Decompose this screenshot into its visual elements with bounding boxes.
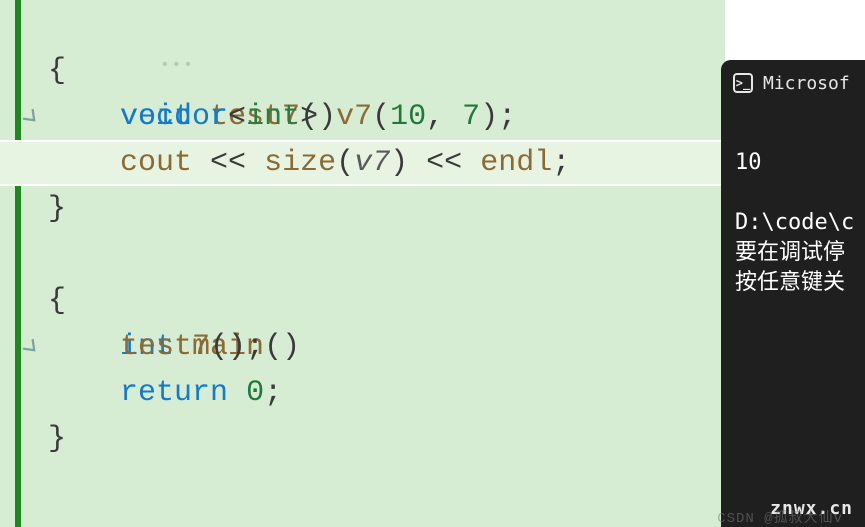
code-line[interactable]: void test7() ••• [0, 2, 725, 48]
terminal-path: D:\code\c [735, 210, 854, 235]
watermark-csdn: CSDN @孤叔大仙v [717, 507, 843, 527]
code-line[interactable]: int main() [0, 232, 725, 278]
code-line[interactable]: { [0, 48, 725, 94]
code-editor[interactable]: void test7() ••• { vector<int> v7(10, 7)… [0, 0, 725, 527]
terminal-title: Microsof [763, 73, 850, 94]
terminal-output[interactable]: 10 D:\code\c 要在调试停 按任意键关 [721, 106, 865, 328]
code-line[interactable]: } [0, 186, 725, 232]
terminal-icon: >_ [733, 73, 753, 93]
terminal-window[interactable]: >_ Microsof 10 D:\code\c 要在调试停 按任意键关 znw… [721, 60, 865, 527]
terminal-output-line: 10 [735, 150, 762, 175]
fold-chevron-icon[interactable] [22, 246, 40, 264]
code-line[interactable]: { [0, 278, 725, 324]
code-line[interactable]: } [0, 416, 725, 462]
terminal-message: 按任意键关 [735, 270, 845, 295]
terminal-titlebar[interactable]: >_ Microsof [721, 60, 865, 106]
terminal-message: 要在调试停 [735, 240, 845, 265]
code-line[interactable]: test7(); [0, 324, 725, 370]
fold-chevron-icon[interactable] [22, 16, 40, 34]
code-line[interactable]: vector<int> v7(10, 7); [0, 94, 725, 140]
code-line-current[interactable]: cout << size(v7) << endl; [0, 140, 725, 186]
code-line[interactable]: return 0; [0, 370, 725, 416]
